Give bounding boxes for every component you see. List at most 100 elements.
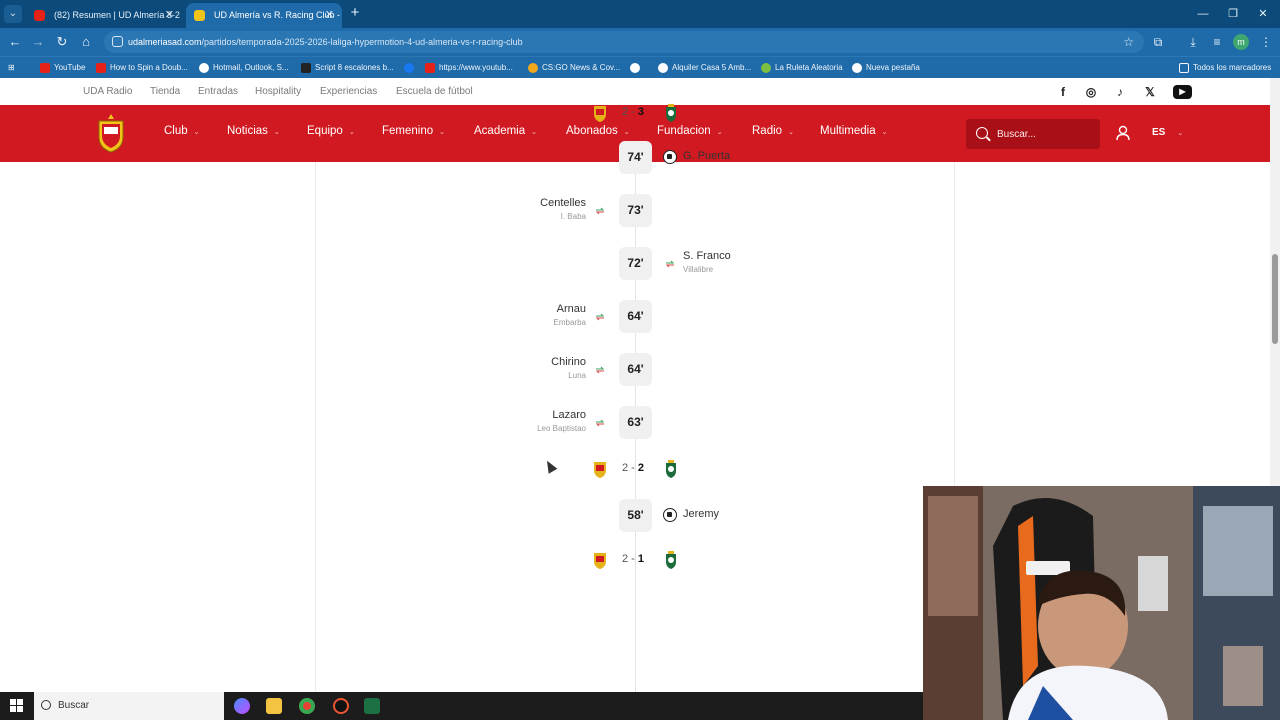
- score-update: 2 - 2: [590, 459, 682, 481]
- wheel-icon: [761, 63, 771, 73]
- substitution-icon: [665, 260, 675, 268]
- close-window-icon[interactable]: ✕: [1248, 4, 1278, 24]
- chevron-down-icon: ⌄: [193, 129, 200, 136]
- toplink-tienda[interactable]: Tienda: [150, 86, 180, 97]
- site-info-icon[interactable]: [112, 36, 123, 47]
- more-menu-icon[interactable]: ⋮: [1257, 33, 1275, 51]
- bookmarks-bar: ⊞ YouTube How to Spin a Doub... Hotmail,…: [0, 56, 1280, 78]
- bookmark-alquiler[interactable]: Alquiler Casa 5 Amb...: [658, 57, 751, 79]
- toplink-hospitality[interactable]: Hospitality: [255, 86, 301, 97]
- nav-fundacion[interactable]: Fundacion ⌄: [657, 125, 723, 137]
- toplink-experiencias[interactable]: Experiencias: [320, 86, 377, 97]
- nav-multimedia[interactable]: Multimedia ⌄: [820, 125, 887, 137]
- obs-icon[interactable]: [333, 698, 349, 714]
- search-input[interactable]: [997, 119, 1095, 149]
- apps-grid-icon[interactable]: ⊞: [8, 57, 15, 79]
- bookmark-globe[interactable]: [630, 57, 644, 79]
- almeria-crest-logo[interactable]: [96, 113, 126, 153]
- toplink-uda-radio[interactable]: UDA Radio: [83, 86, 132, 97]
- bookmark-youtube[interactable]: YouTube: [40, 57, 85, 79]
- bookmark-facebook[interactable]: [404, 57, 418, 79]
- windows-start-icon[interactable]: [10, 699, 23, 712]
- nav-radio[interactable]: Radio ⌄: [752, 125, 794, 137]
- nav-label: Noticias: [227, 125, 268, 137]
- score-separator: -: [628, 553, 638, 565]
- nav-academia[interactable]: Academia ⌄: [474, 125, 537, 137]
- youtube-icon: [96, 63, 106, 73]
- chrome-icon[interactable]: [299, 698, 315, 714]
- all-bookmarks-folder[interactable]: Todos los marcadores: [1179, 57, 1271, 79]
- script-icon: [301, 63, 311, 73]
- close-tab-icon[interactable]: ✕: [325, 3, 334, 28]
- forward-arrow-icon[interactable]: →: [29, 33, 47, 51]
- reload-icon[interactable]: ↻: [53, 33, 71, 51]
- tab-almeria-match[interactable]: UD Almería vs R. Racing Club - ✕: [186, 3, 342, 28]
- nav-noticias[interactable]: Noticias ⌄: [227, 125, 280, 137]
- copilot-icon[interactable]: [234, 698, 250, 714]
- player-out: Leo Baptistao: [537, 424, 586, 433]
- bookmark-star-icon[interactable]: ☆: [1123, 31, 1134, 53]
- new-tab-plus-icon[interactable]: +: [346, 4, 364, 22]
- player-out: Villalibre: [683, 265, 714, 274]
- minute-badge: 73': [619, 194, 652, 227]
- profile-avatar[interactable]: m: [1233, 34, 1249, 50]
- bookmark-youtube-url[interactable]: https://www.youtub...: [425, 57, 513, 79]
- score-separator: -: [628, 462, 638, 474]
- bookmark-spin[interactable]: How to Spin a Doub...: [96, 57, 188, 79]
- instagram-icon[interactable]: ◎: [1083, 84, 1099, 100]
- bookmark-ruleta[interactable]: La Ruleta Aleatoria: [761, 57, 843, 79]
- address-bar[interactable]: udalmeriasad.com/partidos/temporada-2025…: [104, 31, 1144, 53]
- nav-femenino[interactable]: Femenino ⌄: [382, 125, 445, 137]
- tab-youtube-resumen[interactable]: (82) Resumen | UD Almería 3-2 ✕: [26, 3, 182, 28]
- youtube-icon: [425, 63, 435, 73]
- x-twitter-icon[interactable]: 𝕏: [1142, 84, 1158, 100]
- tiktok-icon[interactable]: ♪: [1112, 84, 1128, 100]
- youtube-icon: [40, 63, 50, 73]
- score-text: 2 - 1: [622, 553, 644, 565]
- file-explorer-icon[interactable]: [266, 698, 282, 714]
- bookmark-csgo[interactable]: CS:GO News & Cov...: [528, 57, 620, 79]
- csgo-icon: [528, 63, 538, 73]
- language-selector[interactable]: ES ⌄: [1152, 127, 1183, 138]
- back-arrow-icon[interactable]: ←: [6, 33, 24, 51]
- tab-search-chevron-icon[interactable]: ⌄: [4, 5, 22, 23]
- bookmark-label: Nueva pestaña: [866, 63, 920, 72]
- racing-crest-icon: [666, 551, 676, 569]
- toplink-entradas[interactable]: Entradas: [198, 86, 238, 97]
- substitution-icon: [595, 207, 605, 215]
- nav-club[interactable]: Club ⌄: [164, 125, 200, 137]
- bookmark-nueva-pestana[interactable]: Nueva pestaña: [852, 57, 920, 79]
- nav-equipo[interactable]: Equipo ⌄: [307, 125, 355, 137]
- bookmark-script[interactable]: Script 8 escalones b...: [301, 57, 394, 79]
- minute-badge: 63': [619, 406, 652, 439]
- home-icon[interactable]: ⌂: [77, 33, 95, 51]
- download-icon[interactable]: ⤓: [1184, 33, 1202, 51]
- user-account-icon[interactable]: [1116, 125, 1130, 141]
- youtube-icon[interactable]: ▶: [1173, 85, 1192, 99]
- facebook-icon[interactable]: f: [1055, 84, 1071, 100]
- nav-label: Abonados: [566, 125, 618, 137]
- toplink-escuela[interactable]: Escuela de fútbol: [396, 86, 473, 97]
- youtube-favicon-icon: [34, 10, 45, 21]
- search-icon: [976, 127, 988, 139]
- score-text: 2 - 3: [622, 106, 644, 118]
- minimize-icon[interactable]: —: [1188, 4, 1218, 24]
- globe-icon: [199, 63, 209, 73]
- restore-icon[interactable]: ❐: [1218, 4, 1248, 24]
- nav-abonados[interactable]: Abonados ⌄: [566, 125, 630, 137]
- bookmark-hotmail[interactable]: Hotmail, Outlook, S...: [199, 57, 289, 79]
- goal-ball-icon: [663, 150, 677, 164]
- tab-title: (82) Resumen | UD Almería 3-2: [54, 10, 180, 20]
- excel-icon[interactable]: [364, 698, 380, 714]
- taskbar-search[interactable]: Buscar: [34, 692, 224, 720]
- site-search-box[interactable]: [966, 119, 1100, 149]
- nav-label: Club: [164, 125, 188, 137]
- chevron-down-icon: ⌄: [788, 129, 794, 136]
- goal-ball-icon: [663, 508, 677, 522]
- extensions-icon[interactable]: ⧉: [1149, 33, 1167, 51]
- close-tab-icon[interactable]: ✕: [165, 3, 174, 28]
- scrollbar-thumb[interactable]: [1272, 254, 1278, 344]
- url-path: /partidos/temporada-2025-2026-laliga-hyp…: [201, 37, 523, 47]
- racing-crest-icon: [666, 104, 676, 122]
- media-control-icon[interactable]: ≡: [1208, 33, 1226, 51]
